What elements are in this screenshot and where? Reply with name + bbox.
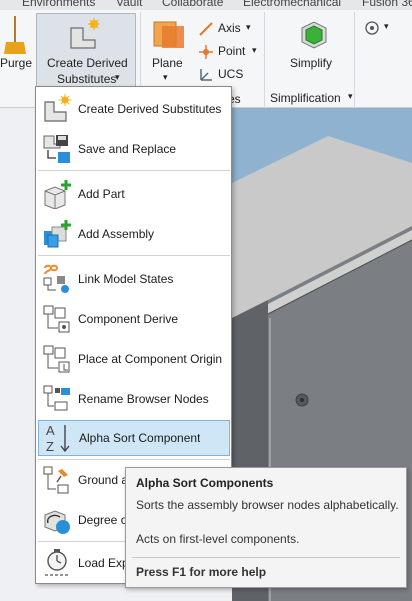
simplify-label: Simplify [290, 56, 333, 70]
save-and-replace-icon [43, 135, 70, 163]
target-icon [365, 21, 379, 35]
chevron-down-icon: ▾ [252, 45, 257, 55]
chevron-down-icon: ▾ [163, 72, 168, 82]
menu-item-label: Degree of [78, 513, 131, 527]
menu-item-label: Add Part [78, 187, 125, 201]
ribbon-separator [264, 12, 265, 108]
tooltip-note: Acts on first-level components. [136, 532, 300, 546]
tooltip-description: Sorts the assembly browser nodes alphabe… [136, 498, 399, 512]
plane-label: Plane [152, 56, 183, 70]
simplification-group-label: Simplification [270, 91, 341, 105]
tab-electromechanical[interactable]: Electromechanical [243, 0, 341, 9]
degree-of-freedom-icon [44, 510, 70, 534]
svg-text:A: A [46, 423, 55, 438]
menu-item-link-model-states[interactable]: Link Model States [38, 261, 230, 297]
menu-item-rename-browser-nodes[interactable]: Rename Browser Nodes [38, 381, 230, 417]
menu-item-add-assembly[interactable]: Add Assembly [38, 216, 230, 252]
menu-item-add-part[interactable]: Add Part [38, 176, 230, 212]
chevron-down-icon: ▾ [348, 91, 353, 101]
purge-button[interactable]: Purge [0, 10, 32, 80]
menu-divider [38, 255, 230, 256]
axis-label: Axis [218, 21, 241, 35]
point-icon [199, 45, 213, 59]
axis-icon [199, 22, 213, 36]
plane-button[interactable]: Plane ▾ [146, 10, 192, 86]
menu-item-label: Create Derived Substitutes [78, 102, 222, 116]
tab-environments[interactable]: Environments [22, 0, 95, 9]
rename-nodes-icon [43, 385, 70, 411]
menu-item-create-derived-substitutes[interactable]: Create Derived Substitutes [38, 91, 230, 127]
tab-collaborate[interactable]: Collaborate [162, 0, 223, 9]
create-derived-substitutes-icon [70, 18, 100, 49]
ribbon-tab-strip: Environments Vault Collaborate Electrome… [0, 0, 412, 10]
tooltip-divider [132, 557, 400, 558]
svg-text:Z: Z [46, 439, 54, 454]
simplify-button[interactable]: Simplify [282, 10, 348, 82]
create-derived-label-line1: Create Derived [47, 56, 128, 70]
plane-icon [153, 21, 184, 48]
ucs-button[interactable]: UCS [196, 66, 262, 84]
menu-item-label: Save and Replace [78, 142, 177, 156]
create-derived-substitutes-icon [44, 94, 71, 122]
menu-item-label: Rename Browser Nodes [78, 392, 209, 406]
chevron-down-icon: ▾ [384, 21, 389, 31]
menu-item-alpha-sort-component[interactable]: A Z Alpha Sort Component [38, 420, 230, 456]
point-label: Point [218, 44, 246, 58]
menu-item-place-at-component-origin[interactable]: Place at Component Origin [38, 341, 230, 377]
menu-item-label: Alpha Sort Component [79, 431, 201, 445]
menu-item-label: Place at Component Origin [78, 352, 223, 366]
menu-item-component-derive[interactable]: Component Derive [38, 301, 230, 337]
ribbon-separator [354, 12, 355, 108]
add-assembly-icon [44, 220, 71, 248]
simplify-icon [301, 21, 327, 49]
ucs-label: UCS [218, 67, 244, 81]
add-part-icon [44, 180, 71, 209]
create-derived-label-line2: Substitutes [57, 72, 117, 86]
menu-divider [38, 170, 230, 171]
tooltip-title: Alpha Sort Components [136, 476, 274, 490]
tab-vault[interactable]: Vault [116, 0, 142, 9]
broom-icon [4, 16, 26, 54]
link-model-states-icon [43, 264, 69, 293]
tab-fusion-360[interactable]: Fusion 360 [362, 0, 412, 9]
menu-item-label: Link Model States [78, 272, 174, 286]
tooltip-help: Press F1 for more help [136, 565, 267, 579]
axis-button[interactable]: Axis ▾ [196, 20, 262, 38]
menu-item-label: Component Derive [78, 312, 179, 326]
options-dropdown-button[interactable]: ▾ [364, 18, 392, 38]
simplification-group-dropdown[interactable]: Simplification ▾ [268, 90, 368, 106]
point-button[interactable]: Point ▾ [196, 43, 262, 61]
chevron-down-icon: ▾ [115, 72, 120, 82]
ucs-icon [200, 69, 212, 81]
load-express-icon [45, 549, 69, 576]
place-at-origin-icon [43, 345, 70, 373]
menu-item-label: Add Assembly [78, 227, 155, 241]
alpha-sort-tooltip: Alpha Sort Components Sorts the assembly… [125, 467, 407, 588]
purge-label: Purge [0, 56, 33, 70]
chevron-down-icon: ▾ [246, 22, 251, 32]
ground-icon [43, 466, 69, 494]
create-derived-substitutes-button[interactable]: Create Derived Substitutes ▾ [36, 13, 136, 87]
menu-divider [38, 459, 230, 460]
component-derive-icon [43, 305, 70, 333]
menu-item-save-and-replace[interactable]: Save and Replace [38, 131, 230, 167]
alpha-sort-icon: A Z [46, 423, 70, 454]
